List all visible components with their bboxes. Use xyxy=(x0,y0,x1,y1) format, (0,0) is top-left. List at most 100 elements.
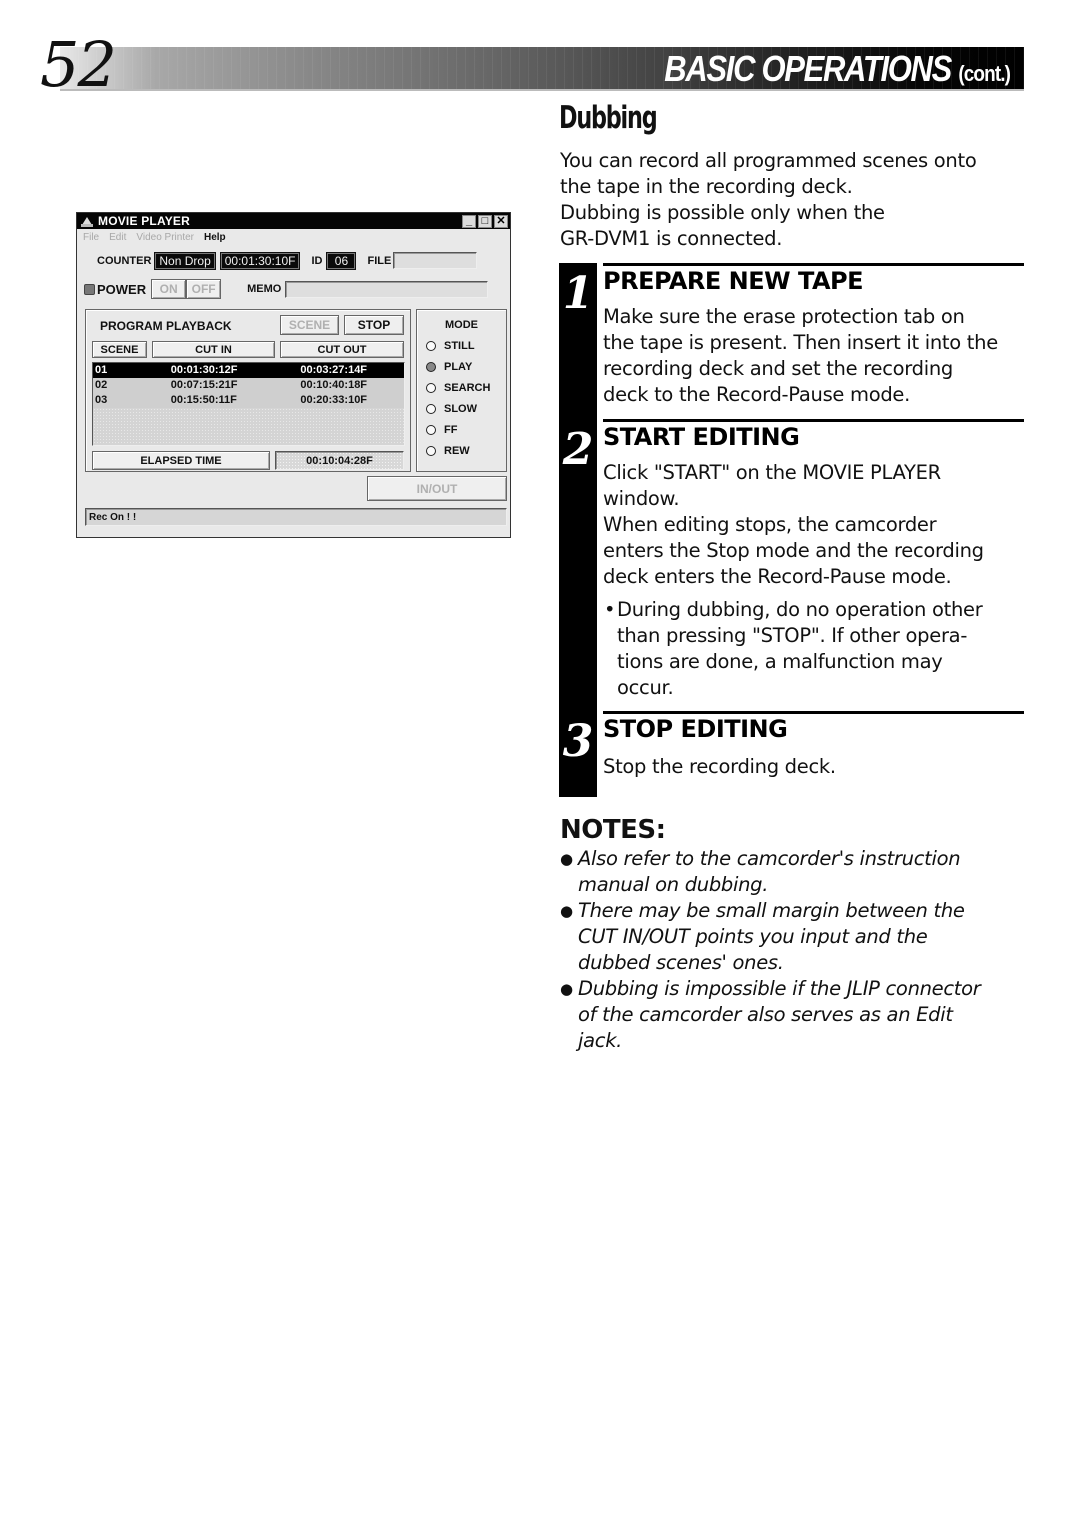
minimize-button[interactable]: _ xyxy=(462,214,476,228)
intro-line: GR-DVM1 is connected. xyxy=(560,227,783,250)
bullet-icon: ● xyxy=(560,850,573,868)
radio-icon xyxy=(426,445,436,456)
note-line: of the camcorder also serves as an Edit xyxy=(578,1003,953,1026)
mode-option-rew[interactable]: REW xyxy=(426,440,506,461)
intro-line: the tape in the recording deck. xyxy=(560,175,853,198)
page-number: 52 xyxy=(40,28,117,101)
cut-out-time: 00:03:27:14F xyxy=(300,364,368,376)
caution-line: occur. xyxy=(617,676,674,699)
bullet-icon: ● xyxy=(560,902,573,920)
step-line: Make sure the erase protection tab on xyxy=(603,305,965,328)
scene-button[interactable]: SCENE xyxy=(280,315,339,335)
column-header-cut-out[interactable]: CUT OUT xyxy=(280,341,404,358)
mode-option-label: SEARCH xyxy=(444,381,491,394)
scene-row[interactable]: 01 00:01:30:12F 00:03:27:14F xyxy=(93,363,404,378)
notes-list: ● Also refer to the camcorder's instruct… xyxy=(560,846,1030,1054)
note-line: Dubbing is impossible if the JLIP connec… xyxy=(578,977,981,1000)
maximize-button[interactable]: □ xyxy=(478,214,492,228)
step-body-1: Make sure the erase protection tab on th… xyxy=(603,304,1028,408)
caution-line: During dubbing, do no operation other xyxy=(617,598,983,621)
mode-option-play[interactable]: PLAY xyxy=(426,356,506,377)
power-label: POWER xyxy=(97,281,147,297)
cut-out-time: 00:20:33:10F xyxy=(300,394,368,406)
step-line: Click "START" on the MOVIE PLAYER xyxy=(603,461,941,484)
radio-icon xyxy=(426,403,436,414)
caution-line: than pressing "STOP". If other opera- xyxy=(617,624,968,647)
step-line: deck enters the Record-Pause mode. xyxy=(603,565,952,588)
scene-list[interactable]: 01 00:01:30:12F 00:03:27:14F 02 00:07:15… xyxy=(92,362,405,446)
power-row: POWER ON OFF MEMO xyxy=(84,279,489,299)
chapter-title-suffix: (cont.) xyxy=(958,61,1011,86)
scene-row[interactable]: 02 00:07:15:21F 00:10:40:18F xyxy=(93,378,404,393)
counter-mode-button[interactable]: Non Drop xyxy=(154,251,216,270)
mode-option-slow[interactable]: SLOW xyxy=(426,398,506,419)
scene-row[interactable]: 03 00:15:50:11F 00:20:33:10F xyxy=(93,393,404,408)
step-2-caution: • During dubbing, do no operation other t… xyxy=(604,597,1024,701)
movie-player-app-icon xyxy=(81,217,93,227)
counter-label: COUNTER xyxy=(97,254,152,267)
power-off-button[interactable]: OFF xyxy=(186,279,222,299)
menu-video-printer[interactable]: Video Printer xyxy=(136,232,194,243)
column-header-cut-in[interactable]: CUT IN xyxy=(152,341,275,358)
memo-label: MEMO xyxy=(247,283,282,295)
step-heading-1: PREPARE NEW TAPE xyxy=(603,267,864,295)
file-label: FILE xyxy=(367,254,392,267)
window-titlebar[interactable]: MOVIE PLAYER _ □ ✕ xyxy=(77,213,510,229)
in-out-button[interactable]: IN/OUT xyxy=(367,476,507,501)
elapsed-time-label: ELAPSED TIME xyxy=(92,451,270,470)
power-on-button[interactable]: ON xyxy=(151,279,187,299)
menu-file[interactable]: File xyxy=(83,232,99,243)
close-button[interactable]: ✕ xyxy=(494,214,508,228)
mode-option-search[interactable]: SEARCH xyxy=(426,377,506,398)
mode-options: STILL PLAY SEARCH SLOW FF REW xyxy=(417,335,506,461)
intro-line: Dubbing is possible only when the xyxy=(560,201,885,224)
scene-number: 01 xyxy=(95,364,108,376)
counter-display: 00:01:30:10F xyxy=(219,251,301,270)
caution-line: tions are done, a malfunction may xyxy=(617,650,943,673)
id-display: 06 xyxy=(326,251,357,270)
header-band: BASIC OPERATIONS (cont.) xyxy=(60,47,1024,91)
column-header-scene[interactable]: SCENE xyxy=(92,341,147,358)
cut-out-time: 00:10:40:18F xyxy=(300,379,368,391)
step-body-2: Click "START" on the MOVIE PLAYER window… xyxy=(603,460,1028,590)
note-item: ● Also refer to the camcorder's instruct… xyxy=(560,846,1030,898)
mode-option-label: SLOW xyxy=(444,402,477,415)
intro-paragraph: You can record all programmed scenes ont… xyxy=(560,148,1030,252)
memo-field[interactable] xyxy=(285,280,489,298)
radio-icon xyxy=(426,424,436,435)
mode-option-still[interactable]: STILL xyxy=(426,335,506,356)
bullet-icon: ● xyxy=(560,980,573,998)
radio-icon xyxy=(426,382,436,393)
mode-option-label: PLAY xyxy=(444,360,473,373)
step-line: window. xyxy=(603,487,680,510)
stop-button[interactable]: STOP xyxy=(344,315,404,335)
file-field[interactable] xyxy=(393,252,478,269)
program-playback-title: PROGRAM PLAYBACK xyxy=(100,319,232,333)
cut-in-time: 00:07:15:21F xyxy=(170,379,238,391)
note-line: jack. xyxy=(578,1029,623,1052)
mode-option-ff[interactable]: FF xyxy=(426,419,506,440)
note-line: There may be small margin between the xyxy=(578,899,965,922)
step-body-3: Stop the recording deck. xyxy=(603,754,1028,780)
menu-help[interactable]: Help xyxy=(204,232,226,243)
note-item: ● Dubbing is impossible if the JLIP conn… xyxy=(560,976,1030,1054)
step-divider xyxy=(603,711,1024,714)
step-divider xyxy=(603,263,1024,266)
section-title: Dubbing xyxy=(559,100,658,136)
scene-number: 02 xyxy=(95,379,108,391)
menu-edit[interactable]: Edit xyxy=(109,232,126,243)
step-number-2: 2 xyxy=(562,424,594,475)
step-line: When editing stops, the camcorder xyxy=(603,513,937,536)
movie-player-window: MOVIE PLAYER _ □ ✕ File Edit Video Print… xyxy=(76,212,511,538)
note-line: Also refer to the camcorder's instructio… xyxy=(578,847,961,870)
counter-row: COUNTER Non Drop 00:01:30:10F ID 06 FILE xyxy=(97,251,478,270)
step-line: the tape is present. Then insert it into… xyxy=(603,331,998,354)
elapsed-time-display: 00:10:04:28F xyxy=(275,451,404,470)
radio-selected-icon xyxy=(426,361,436,372)
chapter-title: BASIC OPERATIONS (cont.) xyxy=(664,47,1011,91)
power-indicator-icon xyxy=(84,283,95,295)
window-title: MOVIE PLAYER xyxy=(98,214,190,228)
program-playback-group: PROGRAM PLAYBACK SCENE STOP SCENE CUT IN… xyxy=(85,309,411,472)
step-line: recording deck and set the recording xyxy=(603,357,953,380)
mode-group: MODE STILL PLAY SEARCH SLOW FF REW xyxy=(416,309,507,472)
